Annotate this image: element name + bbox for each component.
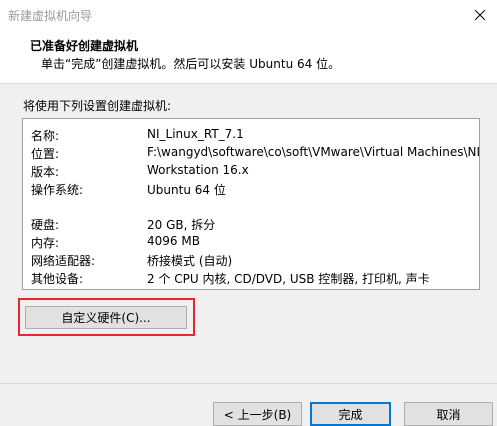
settings-row-network: 网络适配器: 桥接模式 (自动) bbox=[31, 252, 477, 269]
cancel-button[interactable]: 取消 bbox=[404, 402, 493, 426]
footer-divider bbox=[0, 383, 497, 384]
settings-value: NI_Linux_RT_7.1 bbox=[147, 127, 244, 141]
close-button[interactable] bbox=[463, 0, 497, 30]
settings-row-memory: 内存: 4096 MB bbox=[31, 234, 477, 251]
settings-row-name: 名称: NI_Linux_RT_7.1 bbox=[31, 127, 477, 144]
settings-value: 20 GB, 拆分 bbox=[147, 218, 216, 232]
window-title: 新建虚拟机向导 bbox=[8, 9, 93, 23]
finish-button[interactable]: 完成 bbox=[310, 402, 391, 426]
settings-value: 2 个 CPU 内核, CD/DVD, USB 控制器, 打印机, 声卡 bbox=[147, 272, 430, 286]
settings-section-label: 将使用下列设置创建虚拟机: bbox=[23, 99, 172, 113]
settings-value: Workstation 16.x bbox=[147, 163, 249, 177]
header-title: 已准备好创建虚拟机 bbox=[30, 39, 139, 53]
settings-key: 版本: bbox=[31, 165, 60, 179]
settings-row-location: 位置: F:\wangyd\software\co\soft\VMware\Vi… bbox=[31, 145, 479, 162]
settings-key: 内存: bbox=[31, 236, 60, 250]
close-icon bbox=[475, 10, 485, 20]
settings-key: 操作系统: bbox=[31, 183, 84, 197]
settings-value: Ubuntu 64 位 bbox=[147, 183, 226, 197]
settings-value: 4096 MB bbox=[147, 234, 200, 248]
settings-row-devices: 其他设备: 2 个 CPU 内核, CD/DVD, USB 控制器, 打印机, … bbox=[31, 270, 477, 287]
settings-key: 其他设备: bbox=[31, 272, 84, 286]
wizard-header: 已准备好创建虚拟机 单击“完成”创建虚拟机。然后可以安装 Ubuntu 64 位… bbox=[0, 30, 497, 84]
new-vm-wizard-window: 新建虚拟机向导 已准备好创建虚拟机 单击“完成”创建虚拟机。然后可以安装 Ubu… bbox=[0, 0, 497, 426]
settings-key: 名称: bbox=[31, 129, 60, 143]
settings-row-disk: 硬盘: 20 GB, 拆分 bbox=[31, 216, 477, 233]
settings-row-version: 版本: Workstation 16.x bbox=[31, 163, 477, 180]
settings-row-os: 操作系统: Ubuntu 64 位 bbox=[31, 181, 477, 198]
settings-value: F:\wangyd\software\co\soft\VMware\Virtua… bbox=[147, 145, 479, 159]
back-button[interactable]: < 上一步(B) bbox=[213, 402, 302, 426]
title-bar: 新建虚拟机向导 bbox=[0, 0, 497, 30]
header-subtitle: 单击“完成”创建虚拟机。然后可以安装 Ubuntu 64 位。 bbox=[41, 57, 341, 71]
settings-key: 硬盘: bbox=[31, 218, 60, 232]
settings-summary-box: 名称: NI_Linux_RT_7.1 位置: F:\wangyd\softwa… bbox=[22, 118, 480, 290]
customize-hardware-button[interactable]: 自定义硬件(C)... bbox=[25, 306, 187, 329]
settings-key: 位置: bbox=[31, 147, 60, 161]
settings-value: 桥接模式 (自动) bbox=[147, 254, 233, 268]
settings-key: 网络适配器: bbox=[31, 254, 96, 268]
